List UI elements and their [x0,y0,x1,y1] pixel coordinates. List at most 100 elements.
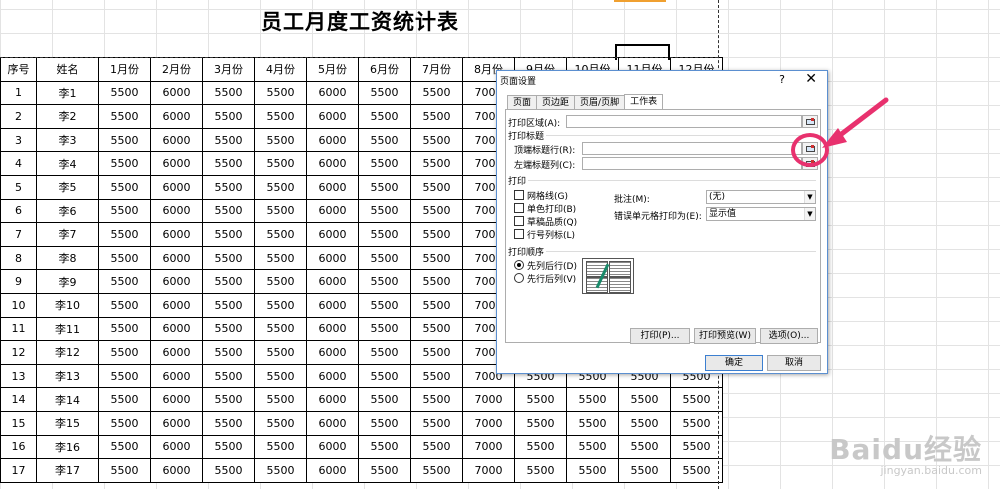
table-cell[interactable]: 7000 [462,387,515,412]
column-header[interactable]: 1月份 [98,57,151,82]
table-cell[interactable]: 6000 [306,245,359,271]
table-cell[interactable]: 5500 [98,174,151,200]
table-cell[interactable]: 3 [0,127,37,153]
table-cell[interactable]: 5500 [254,80,307,106]
table-cell[interactable]: 6000 [306,292,359,318]
table-cell[interactable]: 5500 [202,245,255,271]
table-cell[interactable]: 5500 [358,410,411,436]
table-cell[interactable]: 6000 [306,151,359,176]
table-cell[interactable]: 5500 [202,127,255,153]
table-cell[interactable]: 5500 [254,127,307,153]
table-cell[interactable]: 5500 [202,198,255,224]
table-cell[interactable]: 6000 [150,174,203,200]
table-cell[interactable]: 5500 [98,316,151,342]
close-button[interactable]: ✕ [805,71,817,87]
table-cell[interactable]: 6000 [306,363,359,389]
table-cell[interactable]: 5500 [410,434,463,460]
table-cell[interactable]: 5500 [358,127,411,153]
table-cell[interactable]: 6000 [150,151,203,176]
table-cell[interactable]: 李15 [36,410,99,436]
table-cell[interactable]: 5500 [202,222,255,247]
table-cell[interactable]: 5500 [98,151,151,176]
table-cell[interactable]: 2 [0,104,37,129]
table-cell[interactable]: 6000 [150,127,203,153]
table-cell[interactable]: 6000 [306,340,359,365]
table-cell[interactable]: 5500 [254,316,307,342]
table-cell[interactable]: 李1 [36,80,99,106]
table-cell[interactable]: 5500 [618,458,671,483]
table-cell[interactable]: 5500 [202,340,255,365]
table-cell[interactable]: 5500 [254,340,307,365]
table-cell[interactable]: 5500 [254,269,307,294]
errors-select[interactable]: 显示值 ▼ [706,207,816,221]
table-cell[interactable]: 5500 [358,174,411,200]
table-cell[interactable]: 5500 [254,292,307,318]
table-cell[interactable]: 李13 [36,363,99,389]
table-cell[interactable]: 5500 [98,127,151,153]
column-header[interactable]: 6月份 [358,57,411,82]
options-button[interactable]: 选项(O)... [760,328,818,344]
table-cell[interactable]: 李10 [36,292,99,318]
table-cell[interactable]: 5500 [514,458,567,483]
table-cell[interactable]: 5500 [202,434,255,460]
table-cell[interactable]: 6000 [150,340,203,365]
table-cell[interactable]: 5500 [670,410,723,436]
table-cell[interactable]: 5500 [410,292,463,318]
table-cell[interactable]: 5500 [566,434,619,460]
table-cell[interactable]: 5500 [98,458,151,483]
table-cell[interactable]: 6000 [306,269,359,294]
table-cell[interactable]: 5500 [410,458,463,483]
table-cell[interactable]: 5500 [358,292,411,318]
table-cell[interactable]: 5500 [358,80,411,106]
table-cell[interactable]: 15 [0,410,37,436]
table-cell[interactable]: 5500 [410,363,463,389]
table-cell[interactable]: 5500 [358,363,411,389]
table-cell[interactable]: 李11 [36,316,99,342]
table-cell[interactable]: 李5 [36,174,99,200]
table-cell[interactable]: 6000 [306,127,359,153]
table-cell[interactable]: 7000 [462,434,515,460]
column-header[interactable]: 序号 [0,57,37,82]
table-cell[interactable]: 5500 [410,222,463,247]
table-cell[interactable]: 李8 [36,245,99,271]
draft-quality-checkbox[interactable] [514,216,524,226]
table-cell[interactable]: 6000 [306,387,359,412]
table-cell[interactable]: 5500 [202,151,255,176]
gridlines-checkbox[interactable] [514,190,524,200]
table-cell[interactable]: 6000 [150,387,203,412]
table-cell[interactable]: 李4 [36,151,99,176]
table-cell[interactable]: 5500 [98,222,151,247]
table-cell[interactable]: 6000 [306,198,359,224]
table-cell[interactable]: 5500 [358,434,411,460]
table-cell[interactable]: 6000 [150,316,203,342]
table-cell[interactable]: 6000 [150,80,203,106]
table-cell[interactable]: 6000 [150,458,203,483]
table-cell[interactable]: 李9 [36,269,99,294]
table-cell[interactable]: 13 [0,363,37,389]
table-cell[interactable]: 5500 [410,151,463,176]
table-cell[interactable]: 6000 [150,222,203,247]
table-cell[interactable]: 5500 [410,174,463,200]
table-cell[interactable]: 5500 [98,387,151,412]
table-cell[interactable]: 6 [0,198,37,224]
black-white-checkbox[interactable] [514,203,524,213]
table-cell[interactable]: 5500 [358,104,411,129]
ok-button[interactable]: 确定 [705,355,763,371]
table-cell[interactable]: 李14 [36,387,99,412]
table-cell[interactable]: 5500 [98,292,151,318]
table-cell[interactable]: 5500 [358,387,411,412]
table-cell[interactable]: 5500 [98,104,151,129]
table-cell[interactable]: 5500 [358,222,411,247]
print-area-input[interactable] [566,115,802,128]
table-cell[interactable]: 5500 [410,104,463,129]
table-cell[interactable]: 5500 [254,198,307,224]
table-cell[interactable]: 5500 [98,363,151,389]
table-cell[interactable]: 5500 [618,434,671,460]
table-cell[interactable]: 5500 [254,434,307,460]
table-cell[interactable]: 5500 [358,198,411,224]
down-then-over-radio[interactable] [514,260,524,270]
table-cell[interactable]: 5500 [410,387,463,412]
column-header[interactable]: 7月份 [410,57,463,82]
table-cell[interactable]: 5 [0,174,37,200]
table-cell[interactable]: 5500 [410,245,463,271]
